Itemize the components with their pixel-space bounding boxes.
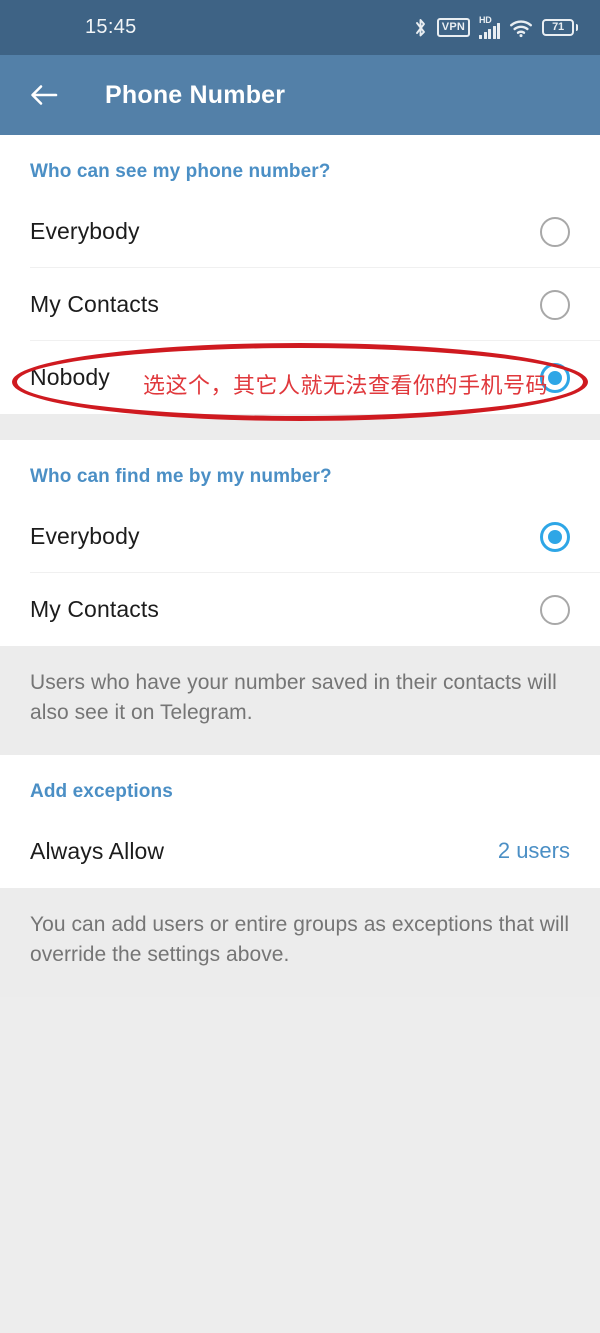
- back-button[interactable]: [20, 55, 68, 135]
- annotation-text: 选这个，其它人就无法查看你的手机号码: [143, 374, 549, 399]
- radio-everybody-find[interactable]: [540, 521, 570, 552]
- radio-everybody-see[interactable]: [540, 216, 570, 247]
- option-row-my-contacts-see[interactable]: My Contacts: [0, 268, 600, 341]
- option-row-my-contacts-find[interactable]: My Contacts: [0, 573, 600, 646]
- status-bar: 15:45 VPN HD 71: [0, 0, 600, 55]
- radio-my-contacts-see[interactable]: [540, 289, 570, 320]
- bluetooth-icon: [413, 17, 428, 39]
- wifi-icon: [509, 18, 533, 38]
- app-bar: Phone Number: [0, 55, 600, 135]
- page-title: Phone Number: [105, 80, 286, 109]
- option-label: My Contacts: [30, 596, 159, 622]
- option-label: Everybody: [30, 218, 140, 244]
- battery-level: 71: [552, 21, 564, 33]
- option-label: Nobody: [30, 364, 110, 390]
- section-gap: [0, 414, 600, 440]
- section-header-who-can-see: Who can see my phone number?: [30, 161, 331, 182]
- section-add-exceptions: Add exceptions Always Allow 2 users: [0, 754, 600, 888]
- section-who-can-find: Who can find me by my number? Everybody …: [0, 440, 600, 646]
- status-icons: VPN HD 71: [413, 0, 578, 55]
- always-allow-value: 2 users: [497, 838, 570, 864]
- option-label: My Contacts: [30, 291, 159, 317]
- vpn-icon: VPN: [436, 18, 470, 37]
- option-label: Everybody: [30, 523, 140, 549]
- row-always-allow[interactable]: Always Allow 2 users: [0, 815, 600, 888]
- section-header-add-exceptions: Add exceptions: [30, 780, 173, 802]
- hd-label: HD: [479, 14, 492, 25]
- hd-signal-icon: HD: [479, 14, 500, 39]
- settings-content: Who can see my phone number? Everybody M…: [0, 135, 600, 1333]
- radio-my-contacts-find[interactable]: [540, 594, 570, 625]
- info-text-who-can-find: Users who have your number saved in thei…: [0, 646, 600, 755]
- status-time: 15:45: [85, 16, 137, 38]
- always-allow-label: Always Allow: [30, 837, 165, 864]
- option-row-everybody-find[interactable]: Everybody: [0, 500, 600, 573]
- phone-screen: 15:45 VPN HD 71 Phone Number Who can see…: [0, 0, 600, 1333]
- info-text-add-exceptions: You can add users or entire groups as ex…: [0, 887, 600, 997]
- battery-icon: 71: [542, 19, 578, 36]
- section-header-who-can-find: Who can find me by my number?: [30, 466, 332, 487]
- back-arrow-icon: [31, 85, 58, 105]
- option-row-everybody-see[interactable]: Everybody: [0, 195, 600, 268]
